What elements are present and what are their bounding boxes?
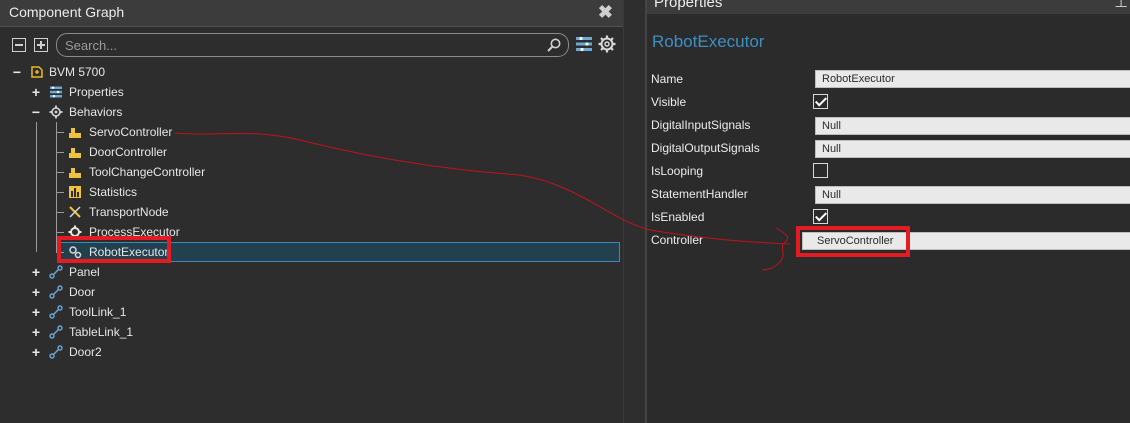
tree-item-label: Behaviors [69, 105, 123, 119]
tree-item-label: TransportNode [89, 205, 169, 219]
tree-item-panel[interactable]: + Panel [0, 262, 300, 282]
tree-item-transportnode[interactable]: TransportNode [0, 202, 300, 222]
collapse-toggle[interactable]: − [12, 62, 22, 82]
property-label-controller: Controller [651, 233, 704, 247]
tree-item-label: Panel [69, 265, 100, 279]
panel-title: Component Graph [9, 4, 125, 20]
component-graph-panel: Component Graph ✖ Search... − BVM 5700 +… [0, 0, 623, 423]
statement-handler-field[interactable]: Null [815, 186, 1130, 204]
tree-item-tablelink-1[interactable]: + TableLink_1 [0, 322, 300, 342]
property-label-visible: Visible [651, 95, 687, 109]
expand-toggle[interactable]: + [31, 342, 41, 362]
expand-all-button[interactable] [34, 38, 48, 52]
annotation-highlight-box [796, 226, 910, 257]
panel-title: Properties [654, 0, 723, 11]
expand-toggle[interactable]: + [31, 262, 41, 282]
controller-icon [69, 168, 81, 178]
link-icon [49, 345, 63, 359]
close-icon[interactable]: ✖ [598, 2, 613, 23]
property-label-name: Name [651, 72, 684, 86]
tree-item-properties[interactable]: + Properties [0, 82, 300, 102]
component-icon [31, 66, 43, 78]
search-icon[interactable] [546, 37, 562, 53]
digital-output-signals-field[interactable]: Null [815, 140, 1130, 158]
property-label-digital-input-signals: DigitalInputSignals [651, 118, 751, 132]
property-label-is-looping: IsLooping [651, 164, 704, 178]
link-icon [49, 285, 63, 299]
expand-toggle[interactable]: + [31, 282, 41, 302]
controller-icon [69, 148, 81, 158]
visible-checkbox[interactable] [813, 94, 828, 109]
tree-item-label: Door2 [69, 345, 102, 359]
collapse-toggle[interactable]: − [31, 102, 41, 122]
tree-item-root[interactable]: − BVM 5700 [0, 62, 300, 82]
property-label-statement-handler: StatementHandler [651, 187, 748, 201]
gear-icon [49, 105, 63, 119]
tree-item-door2[interactable]: + Door2 [0, 342, 300, 362]
properties-titlebar: Properties ⊥ [647, 0, 1130, 14]
tree-item-label: DoorController [89, 145, 168, 159]
is-looping-checkbox[interactable] [813, 163, 828, 178]
search-box[interactable] [56, 33, 569, 57]
expand-toggle[interactable]: + [31, 82, 41, 102]
tree-item-label: ServoController [89, 125, 173, 139]
pin-icon[interactable]: ⊥ [1114, 0, 1128, 12]
search-input[interactable] [65, 36, 535, 54]
tree-item-statistics[interactable]: Statistics [0, 182, 300, 202]
tree-item-toolchangecontroller[interactable]: ToolChangeController [0, 162, 300, 182]
transport-node-icon [69, 206, 81, 218]
is-enabled-checkbox[interactable] [813, 209, 828, 224]
component-graph-toolbar [0, 27, 623, 61]
property-label-is-enabled: IsEnabled [651, 210, 705, 224]
controller-icon [69, 128, 81, 138]
component-graph-titlebar: Component Graph ✖ [0, 0, 623, 27]
tree-item-label: ToolChangeController [89, 165, 206, 179]
tree-item-label: Statistics [89, 185, 138, 199]
link-icon [49, 305, 63, 319]
name-field[interactable]: RobotExecutor [815, 70, 1130, 88]
tree-item-label: Properties [69, 85, 124, 99]
tree-item-doorcontroller[interactable]: DoorController [0, 142, 300, 162]
selected-object-name: RobotExecutor [652, 32, 765, 51]
tree-item-label: ToolLink_1 [69, 305, 127, 319]
properties-icon [50, 86, 62, 98]
filter-list-icon[interactable] [575, 35, 593, 53]
annotation-highlight-box [57, 236, 171, 263]
gear-icon[interactable] [598, 35, 616, 53]
tree-item-label: Door [69, 285, 96, 299]
expand-toggle[interactable]: + [31, 302, 41, 322]
tree-item-label: BVM 5700 [49, 65, 106, 79]
link-icon [49, 265, 63, 279]
tree-item-toollink-1[interactable]: + ToolLink_1 [0, 302, 300, 322]
property-label-digital-output-signals: DigitalOutputSignals [651, 141, 760, 155]
expand-toggle[interactable]: + [31, 322, 41, 342]
properties-panel: Properties ⊥ RobotExecutor Name RobotExe… [647, 0, 1130, 423]
digital-input-signals-field[interactable]: Null [815, 117, 1130, 135]
statistics-icon [69, 186, 81, 198]
collapse-all-button[interactable] [12, 38, 26, 52]
viewport-strip [623, 0, 646, 423]
tree-item-door[interactable]: + Door [0, 282, 300, 302]
tree-item-behaviors[interactable]: − Behaviors [0, 102, 300, 122]
tree-item-servocontroller[interactable]: ServoController [0, 122, 300, 142]
tree-item-label: TableLink_1 [69, 325, 134, 339]
link-icon [49, 325, 63, 339]
